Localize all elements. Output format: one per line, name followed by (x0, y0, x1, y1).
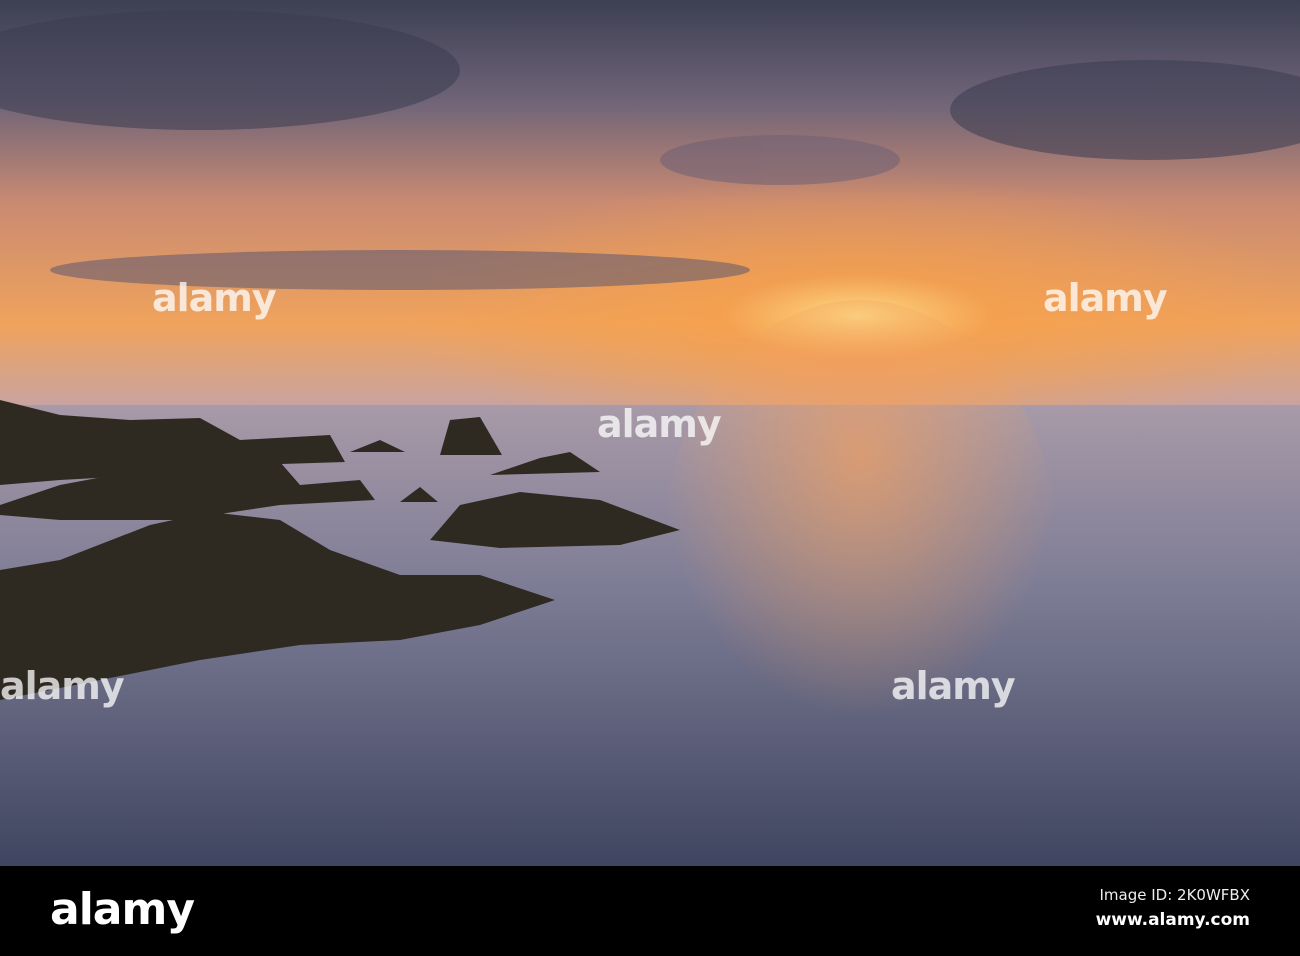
alamy-watermark: alamy (0, 664, 125, 708)
site-url[interactable]: www.alamy.com (1096, 910, 1250, 930)
image-id: Image ID: 2K0WFBX (1099, 886, 1251, 904)
alamy-logo: alamy (50, 884, 195, 935)
alamy-watermark: alamy (1043, 276, 1168, 320)
stock-photo-page: alamy alamy alamy alamy alamy alamy Imag… (0, 0, 1300, 956)
alamy-watermark: alamy (597, 402, 722, 446)
footer-bar: alamy Image ID: 2K0WFBX www.alamy.com (0, 866, 1300, 956)
alamy-watermark: alamy (891, 664, 1016, 708)
alamy-watermark: alamy (152, 276, 277, 320)
